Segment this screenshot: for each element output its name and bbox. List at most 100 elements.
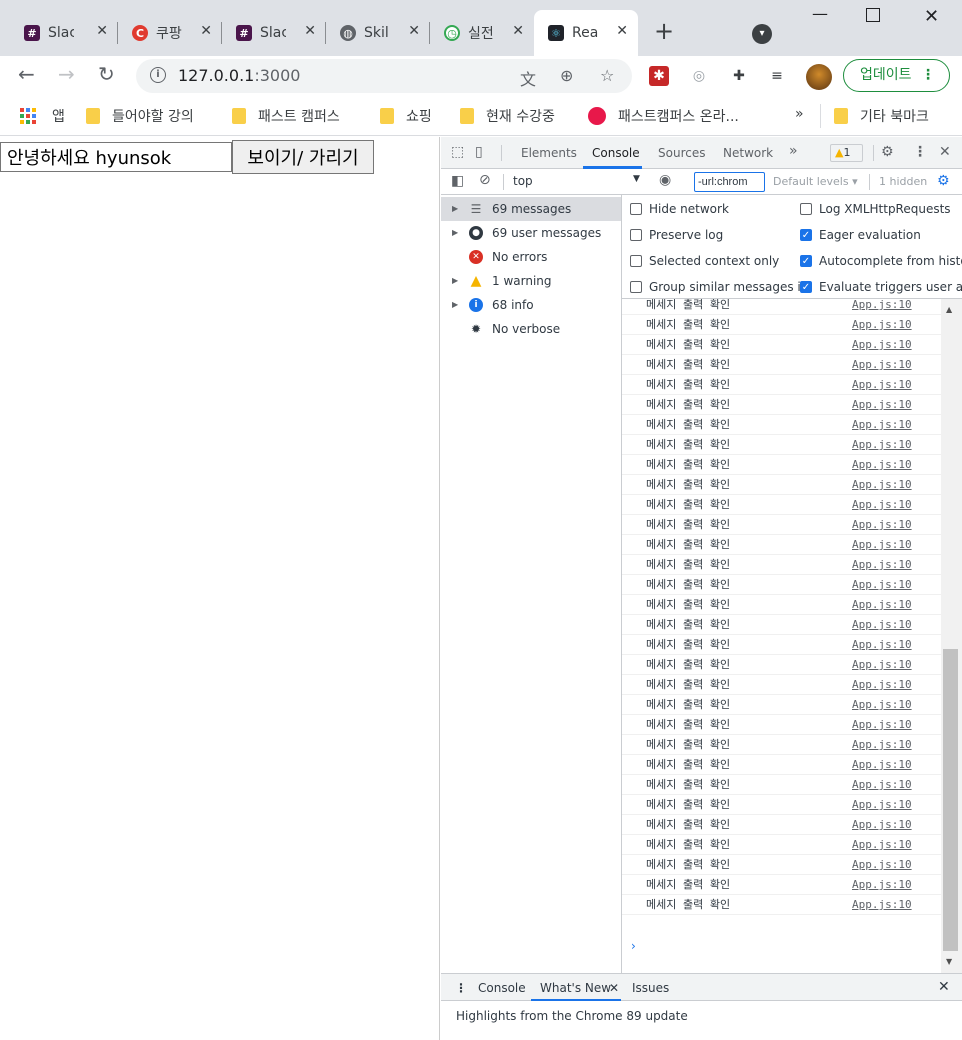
- back-icon[interactable]: ←: [18, 64, 35, 84]
- close-devtools-icon[interactable]: ✕: [939, 144, 951, 160]
- drawer-tab-console[interactable]: Console: [478, 981, 526, 995]
- browser-tab[interactable]: ◍ Skil ✕: [326, 10, 430, 56]
- log-source-link[interactable]: App.js:10: [852, 615, 912, 635]
- reload-icon[interactable]: ↻: [98, 64, 115, 84]
- live-expression-eye-icon[interactable]: ◉: [659, 172, 671, 188]
- log-source-link[interactable]: App.js:10: [852, 435, 912, 455]
- close-tab-icon[interactable]: ✕: [616, 23, 628, 39]
- update-button[interactable]: 업데이트 ⋮: [843, 59, 950, 92]
- browser-tab[interactable]: # Slac ✕: [10, 10, 118, 56]
- console-filter-input[interactable]: [694, 172, 765, 192]
- drawer-tab-issues[interactable]: Issues: [632, 981, 669, 995]
- hide-network-checkbox[interactable]: Hide network: [630, 202, 729, 216]
- sidebar-item-verbose[interactable]: ✹ No verbose: [441, 317, 621, 341]
- close-tab-icon[interactable]: ✕: [200, 23, 212, 39]
- greeting-input[interactable]: [0, 142, 232, 172]
- log-source-link[interactable]: App.js:10: [852, 415, 912, 435]
- group-similar-checkbox[interactable]: Group similar messages in: [630, 280, 808, 294]
- clear-console-icon[interactable]: ⊘: [479, 172, 491, 188]
- drawer-tab-whats-new[interactable]: What's New: [540, 981, 611, 995]
- media-control-icon[interactable]: ≡: [767, 66, 787, 86]
- close-tab-icon[interactable]: ✕: [408, 23, 420, 39]
- browser-tab[interactable]: ◷ 실전 ✕: [430, 10, 534, 56]
- maximize-icon[interactable]: [866, 8, 880, 22]
- zoom-icon[interactable]: ⊕: [560, 66, 573, 85]
- warning-badge[interactable]: ▲1: [830, 144, 863, 162]
- bookmark-folder[interactable]: 패스트 캠퍼스: [232, 106, 340, 126]
- drawer-menu-icon[interactable]: ⋮: [455, 981, 467, 995]
- expand-arrow-icon[interactable]: ▶: [452, 269, 458, 293]
- browser-tab-active[interactable]: ⚛ Rea ✕: [534, 10, 638, 56]
- tab-network[interactable]: Network: [723, 146, 773, 160]
- bookmarks-more-icon[interactable]: »: [795, 106, 804, 122]
- profile-avatar[interactable]: [806, 64, 832, 90]
- bookmark-folder[interactable]: 들어야할 강의: [86, 106, 194, 126]
- tab-search-icon[interactable]: ▾: [752, 24, 772, 44]
- address-bar[interactable]: i 127.0.0.1:3000 文 ⊕ ☆: [136, 59, 632, 93]
- device-toolbar-icon[interactable]: ▯: [475, 144, 483, 160]
- log-source-link[interactable]: App.js:10: [852, 835, 912, 855]
- log-source-link[interactable]: App.js:10: [852, 675, 912, 695]
- log-source-link[interactable]: App.js:10: [852, 695, 912, 715]
- preserve-log-checkbox[interactable]: Preserve log: [630, 228, 723, 242]
- close-window-icon[interactable]: ✕: [924, 6, 939, 27]
- expand-arrow-icon[interactable]: ▶: [452, 197, 458, 221]
- close-tab-icon[interactable]: ✕: [96, 23, 108, 39]
- scroll-up-icon[interactable]: ▲: [946, 305, 952, 314]
- minimize-icon[interactable]: —: [812, 4, 828, 23]
- log-levels-dropdown[interactable]: Default levels ▾: [773, 175, 858, 188]
- close-drawer-icon[interactable]: ✕: [938, 979, 950, 995]
- log-source-link[interactable]: App.js:10: [852, 315, 912, 335]
- log-source-link[interactable]: App.js:10: [852, 575, 912, 595]
- settings-gear-icon[interactable]: ⚙: [881, 144, 894, 160]
- evaluate-triggers-checkbox[interactable]: ✓ Evaluate triggers user activ: [800, 280, 962, 294]
- bookmark-apps[interactable]: 앱: [20, 106, 65, 126]
- log-source-link[interactable]: App.js:10: [852, 375, 912, 395]
- scroll-thumb[interactable]: [943, 649, 958, 951]
- tab-sources[interactable]: Sources: [658, 146, 705, 160]
- sidebar-item-user-messages[interactable]: ▶ ● 69 user messages: [441, 221, 621, 245]
- more-options-icon[interactable]: ⋮: [913, 144, 927, 160]
- eager-evaluation-checkbox[interactable]: ✓ Eager evaluation: [800, 228, 921, 242]
- tab-elements[interactable]: Elements: [521, 146, 577, 160]
- extension-icon[interactable]: ◎: [689, 66, 709, 86]
- log-source-link[interactable]: App.js:10: [852, 875, 912, 895]
- console-messages[interactable]: 메세지 출력 확인 App.js:10 메세지 출력 확인 App.js:10 메세지 …: [622, 299, 941, 973]
- context-select[interactable]: top: [513, 174, 533, 188]
- log-source-link[interactable]: App.js:10: [852, 755, 912, 775]
- log-source-link[interactable]: App.js:10: [852, 855, 912, 875]
- forward-icon[interactable]: →: [58, 64, 75, 84]
- log-source-link[interactable]: App.js:10: [852, 495, 912, 515]
- selected-context-checkbox[interactable]: Selected context only: [630, 254, 779, 268]
- more-tabs-icon[interactable]: »: [789, 143, 798, 159]
- show-hide-button[interactable]: 보이기/ 가리기: [232, 140, 374, 174]
- log-source-link[interactable]: App.js:10: [852, 515, 912, 535]
- close-tab-icon[interactable]: ✕: [512, 23, 524, 39]
- puzzle-icon[interactable]: ✚: [729, 66, 749, 86]
- log-source-link[interactable]: App.js:10: [852, 815, 912, 835]
- log-source-link[interactable]: App.js:10: [852, 635, 912, 655]
- sidebar-item-messages[interactable]: ▶ ☰ 69 messages: [441, 197, 621, 221]
- new-tab-icon[interactable]: +: [654, 19, 674, 43]
- console-settings-icon[interactable]: ⚙: [937, 173, 950, 189]
- log-source-link[interactable]: App.js:10: [852, 795, 912, 815]
- expand-arrow-icon[interactable]: ▶: [452, 221, 458, 245]
- log-source-link[interactable]: App.js:10: [852, 355, 912, 375]
- log-source-link[interactable]: App.js:10: [852, 455, 912, 475]
- bookmark-folder[interactable]: 현재 수강중: [460, 106, 555, 126]
- browser-tab[interactable]: C 쿠팡 ✕: [118, 10, 222, 56]
- bookmark-folder[interactable]: 쇼핑: [380, 106, 432, 126]
- sidebar-item-errors[interactable]: ✕ No errors: [441, 245, 621, 269]
- browser-tab[interactable]: # Slac ✕: [222, 10, 326, 56]
- close-tab-icon[interactable]: ✕: [304, 23, 316, 39]
- log-source-link[interactable]: App.js:10: [852, 555, 912, 575]
- log-source-link[interactable]: App.js:10: [852, 335, 912, 355]
- sidebar-item-info[interactable]: ▶ i 68 info: [441, 293, 621, 317]
- bookmark-star-icon[interactable]: ☆: [600, 66, 614, 85]
- translate-icon[interactable]: 文: [520, 66, 536, 90]
- scroll-down-icon[interactable]: ▼: [946, 957, 952, 966]
- inspect-element-icon[interactable]: ⬚: [451, 144, 464, 160]
- log-source-link[interactable]: App.js:10: [852, 535, 912, 555]
- log-source-link[interactable]: App.js:10: [852, 895, 912, 915]
- console-prompt[interactable]: ›: [631, 939, 636, 953]
